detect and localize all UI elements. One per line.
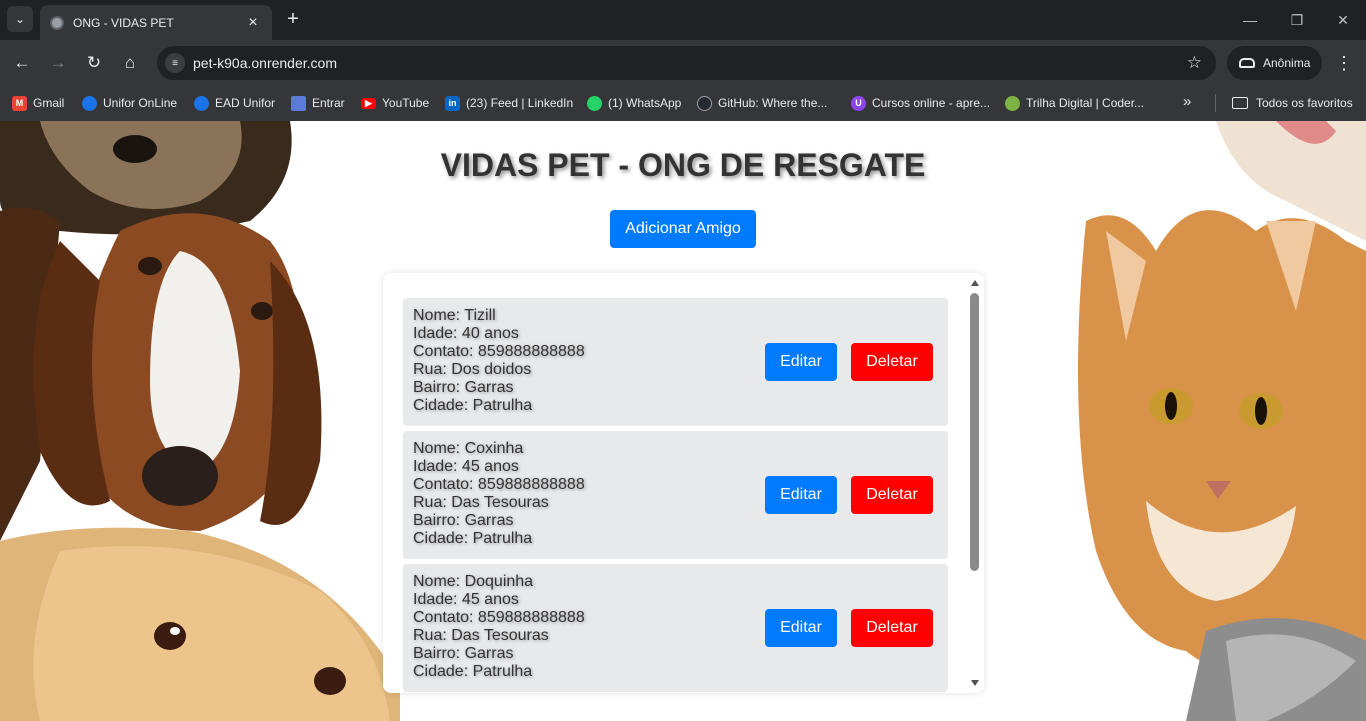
delete-button[interactable]: Deletar (851, 343, 933, 381)
edit-button[interactable]: Editar (765, 476, 837, 514)
bookmark-cursos-online[interactable]: U Cursos online - apre... (851, 93, 990, 113)
github-icon (697, 95, 712, 111)
incognito-icon (1239, 58, 1255, 68)
bookmark-entrar[interactable]: Entrar (291, 93, 345, 113)
pet-card: Nome: Tizill Idade: 40 anos Contato: 859… (403, 298, 948, 426)
bookmark-unifor-online[interactable]: Unifor OnLine (82, 93, 177, 113)
pet-card: Nome: Coxinha Idade: 45 anos Contato: 85… (403, 431, 948, 559)
bookmark-ead-unifor[interactable]: EAD Unifor (194, 93, 275, 113)
bookmark-github[interactable]: GitHub: Where the... (697, 93, 827, 113)
bookmark-whatsapp[interactable]: (1) WhatsApp (587, 93, 681, 113)
bookmark-label: EAD Unifor (215, 96, 276, 110)
pet-info: Nome: Doquinha Idade: 45 anos Contato: 8… (413, 573, 585, 681)
web-page: VIDAS PET - ONG DE RESGATE Adicionar Ami… (0, 121, 1366, 721)
bookmarks-divider (1215, 94, 1216, 112)
pet-list-panel: Nome: Tizill Idade: 40 anos Contato: 859… (383, 273, 984, 693)
url-text[interactable]: pet-k90a.onrender.com (193, 55, 1187, 71)
cats-background-image (1066, 121, 1366, 721)
whatsapp-icon (587, 95, 602, 111)
pet-age: Idade: 45 anos (413, 458, 519, 475)
home-icon[interactable]: ⌂ (117, 50, 143, 76)
scroll-down-arrow-icon[interactable] (971, 680, 979, 686)
all-bookmarks-label: Todos os favoritos (1256, 96, 1353, 110)
pet-age: Idade: 45 anos (413, 591, 519, 608)
bookmark-trilha-digital[interactable]: Trilha Digital | Coder... (1005, 93, 1144, 113)
list-scrollbar[interactable] (969, 277, 981, 689)
browser-menu-icon[interactable]: ⋮ (1334, 50, 1354, 76)
restore-icon[interactable]: ❐ (1285, 8, 1309, 32)
bookmark-label: (23) Feed | LinkedIn (466, 96, 574, 110)
tab-title: ONG - VIDAS PET (73, 15, 174, 30)
address-bar[interactable]: ≡ pet-k90a.onrender.com ☆ (157, 46, 1216, 80)
reload-icon[interactable]: ↻ (81, 50, 107, 76)
pet-contact: Contato: 859888888888 (413, 476, 585, 493)
bookmark-gmail[interactable]: M Gmail (12, 93, 64, 113)
delete-button[interactable]: Deletar (851, 476, 933, 514)
browser-toolbar: ← → ↻ ⌂ ≡ pet-k90a.onrender.com ☆ Anônim… (0, 40, 1366, 85)
bookmark-label: Entrar (312, 96, 345, 110)
page-title: VIDAS PET - ONG DE RESGATE (440, 147, 926, 183)
pet-contact: Contato: 859888888888 (413, 343, 585, 360)
forward-arrow-icon[interactable]: → (45, 50, 71, 76)
scrollbar-thumb[interactable] (970, 293, 979, 571)
new-tab-button[interactable]: + (283, 8, 303, 32)
pet-city: Cidade: Patrulha (413, 663, 533, 680)
bookmarks-bar: M Gmail Unifor OnLine EAD Unifor Entrar … (0, 85, 1366, 121)
bookmark-label: GitHub: Where the... (718, 96, 828, 110)
bookmark-star-icon[interactable]: ☆ (1187, 53, 1202, 73)
site-info-icon[interactable]: ≡ (165, 53, 185, 73)
window-close-icon[interactable]: ✕ (1331, 8, 1355, 32)
back-arrow-icon[interactable]: ← (9, 50, 35, 76)
pet-info: Nome: Tizill Idade: 40 anos Contato: 859… (413, 307, 585, 415)
pet-name: Nome: Coxinha (413, 440, 524, 457)
bookmark-label: Trilha Digital | Coder... (1026, 96, 1145, 110)
scroll-up-arrow-icon[interactable] (971, 280, 979, 286)
bookmark-youtube[interactable]: ▶ YouTube (361, 93, 429, 113)
tab-active[interactable]: ONG - VIDAS PET × (40, 5, 272, 40)
more-bookmarks-chevron-icon[interactable]: » (1183, 93, 1191, 110)
cursos-icon: U (851, 95, 866, 111)
bookmark-linkedin[interactable]: in (23) Feed | LinkedIn (445, 93, 573, 113)
pet-contact: Contato: 859888888888 (413, 609, 585, 626)
pet-card: Nome: Doquinha Idade: 45 anos Contato: 8… (403, 564, 948, 692)
bookmark-label: Gmail (33, 96, 65, 110)
entrar-icon (291, 95, 306, 111)
tab-search-chevron-icon[interactable]: ⌄ (7, 6, 33, 32)
youtube-icon: ▶ (361, 97, 376, 109)
pet-neighborhood: Bairro: Garras (413, 512, 514, 529)
folder-icon (1232, 97, 1248, 109)
delete-button[interactable]: Deletar (851, 609, 933, 647)
pet-info: Nome: Coxinha Idade: 45 anos Contato: 85… (413, 440, 585, 548)
linkedin-icon: in (445, 95, 460, 111)
ead-unifor-icon (194, 95, 209, 111)
minimize-icon[interactable]: — (1238, 8, 1262, 32)
incognito-profile-button[interactable]: Anônima (1227, 46, 1322, 80)
bookmark-label: YouTube (382, 96, 430, 110)
pet-street: Rua: Das Tesouras (413, 494, 549, 511)
edit-button[interactable]: Editar (765, 343, 837, 381)
all-bookmarks-folder[interactable]: Todos os favoritos (1232, 93, 1353, 113)
incognito-label: Anônima (1263, 56, 1311, 70)
pet-neighborhood: Bairro: Garras (413, 379, 514, 396)
gmail-icon: M (12, 95, 27, 111)
pet-street: Rua: Dos doidos (413, 361, 532, 378)
tab-strip: ⌄ ONG - VIDAS PET × + — ❐ ✕ (0, 0, 1366, 40)
close-tab-icon[interactable]: × (244, 14, 262, 32)
edit-button[interactable]: Editar (765, 609, 837, 647)
bookmark-label: Cursos online - apre... (872, 96, 991, 110)
pet-name: Nome: Tizill (413, 307, 496, 324)
pet-age: Idade: 40 anos (413, 325, 519, 342)
add-friend-button[interactable]: Adicionar Amigo (610, 210, 756, 248)
unifor-icon (82, 95, 97, 111)
dogs-background-image (0, 121, 400, 721)
globe-icon (50, 15, 64, 30)
pet-city: Cidade: Patrulha (413, 397, 533, 414)
bookmark-label: Unifor OnLine (103, 96, 178, 110)
bookmark-label: (1) WhatsApp (608, 96, 682, 110)
pet-neighborhood: Bairro: Garras (413, 645, 514, 662)
pet-city: Cidade: Patrulha (413, 530, 533, 547)
pet-name: Nome: Doquinha (413, 573, 534, 590)
trilha-icon (1005, 95, 1020, 111)
pet-street: Rua: Das Tesouras (413, 627, 549, 644)
